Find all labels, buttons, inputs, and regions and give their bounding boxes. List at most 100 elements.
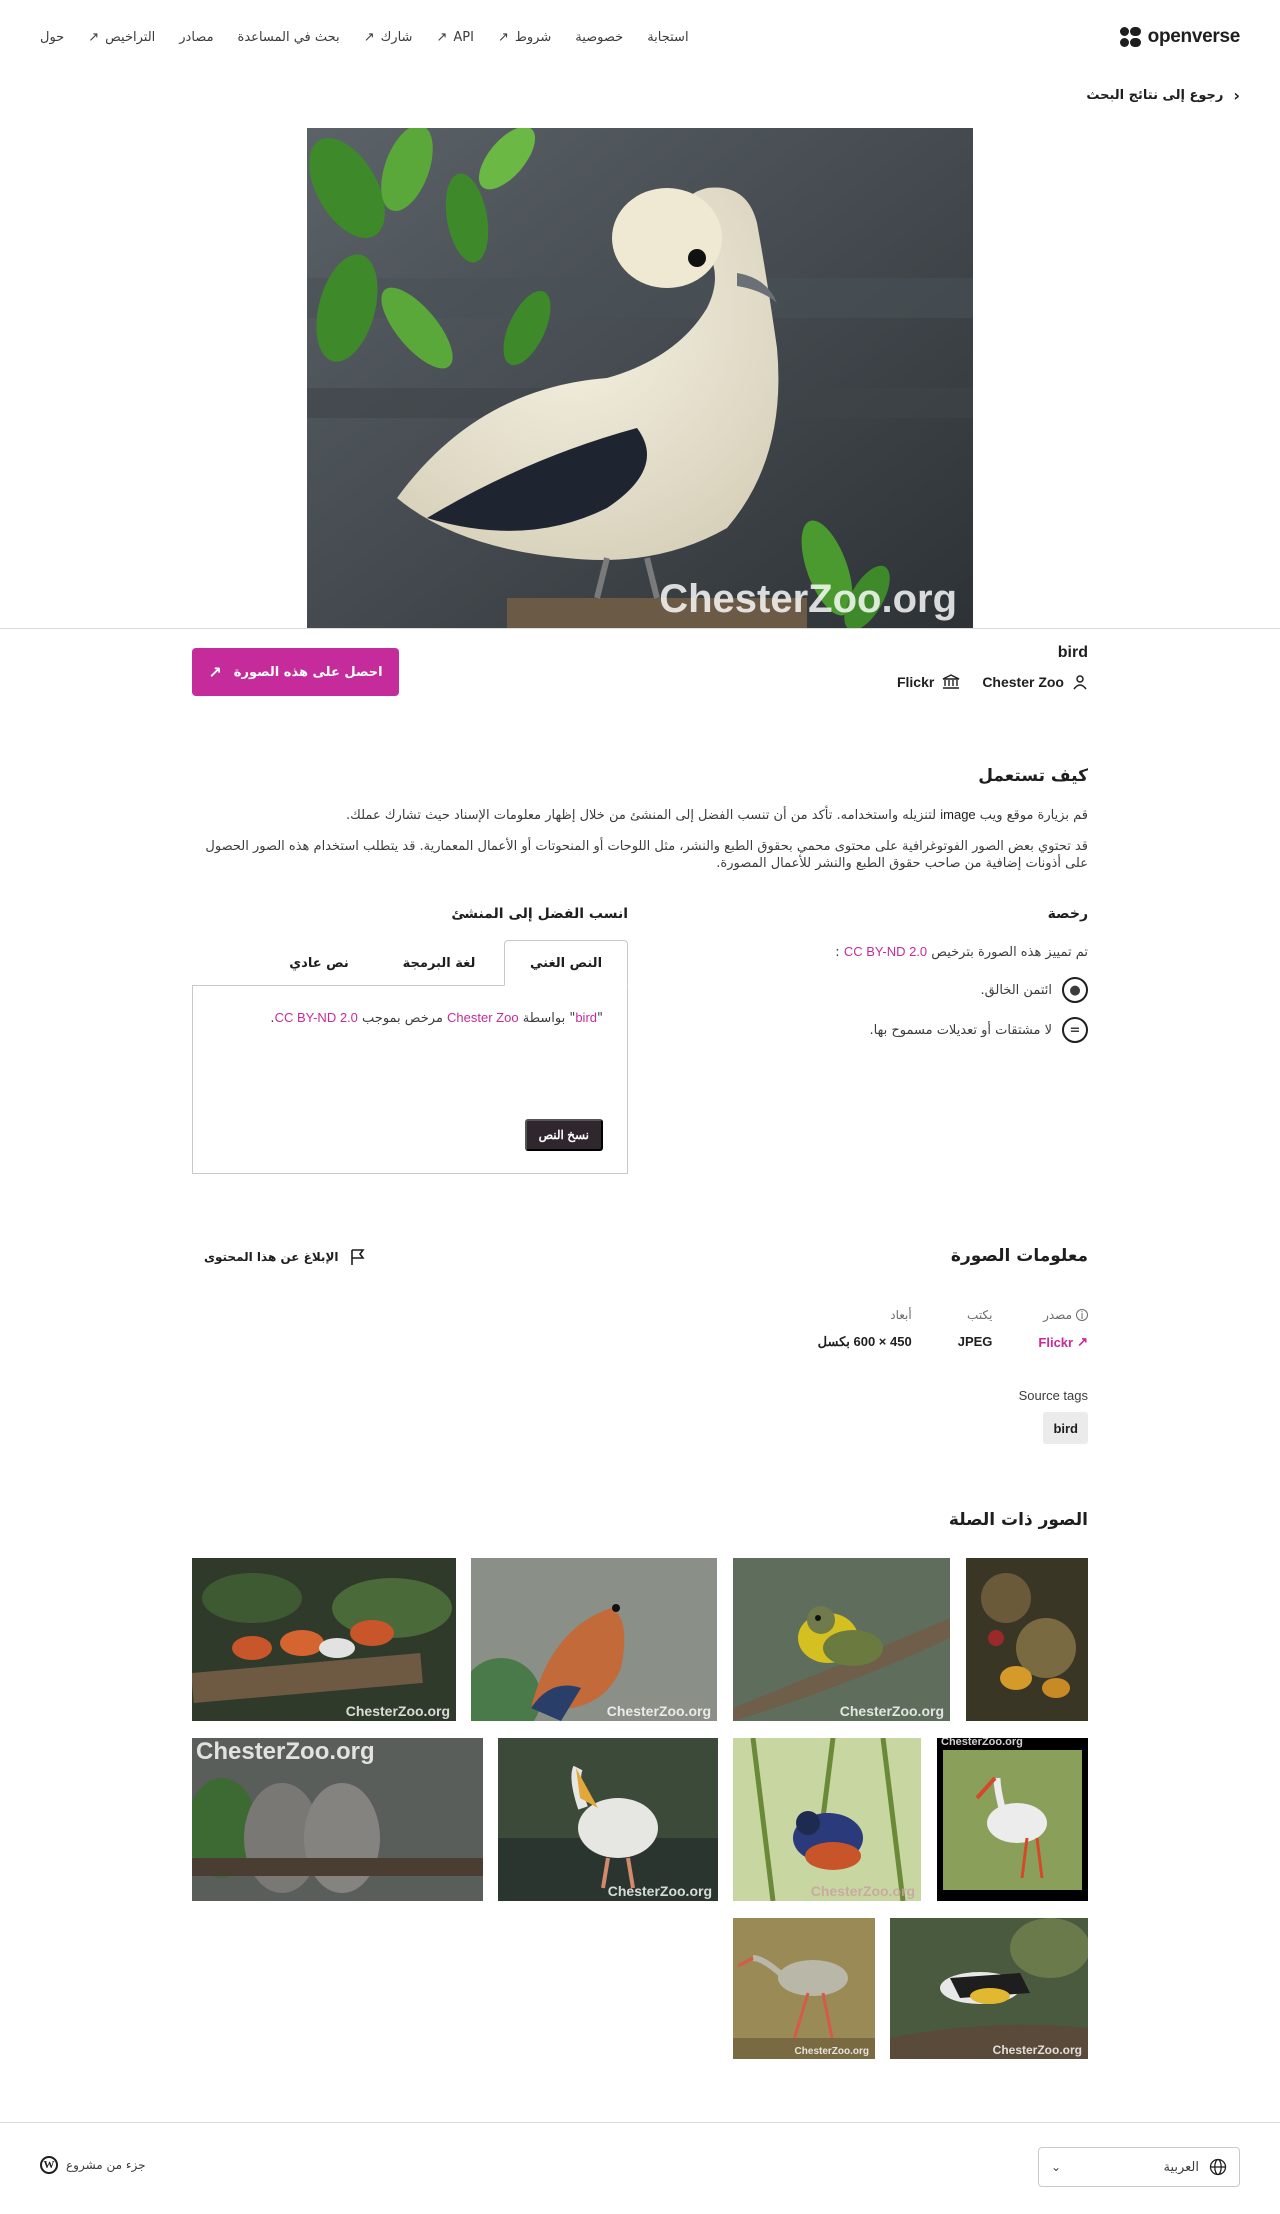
external-link-icon: ↗ bbox=[497, 30, 509, 45]
related-image[interactable]: ChesterZoo.org bbox=[498, 1738, 718, 1901]
person-icon bbox=[1073, 675, 1087, 690]
image-info-title: معلومات الصورة bbox=[950, 1246, 1088, 1266]
chevron-down-icon: ⌄ bbox=[1051, 2160, 1062, 2174]
get-this-image-button[interactable]: احصل على هذه الصورة ↗ bbox=[192, 648, 399, 696]
report-content-link[interactable]: الإبلاغ عن هذا المحتوى bbox=[204, 1248, 367, 1266]
attribution-text: "bird" بواسطة Chester Zoo مرخص بموجب CC … bbox=[270, 1010, 603, 1026]
related-image[interactable]: ChesterZoo.org bbox=[192, 1738, 483, 1901]
nav-privacy[interactable]: خصوصية bbox=[575, 30, 623, 45]
license-by-row: ● ائتمن الخالق. bbox=[980, 977, 1088, 1003]
related-images-title: الصور ذات الصلة bbox=[948, 1510, 1088, 1530]
related-image[interactable]: ChesterZoo.org bbox=[733, 1918, 875, 2059]
source-label: مصدر bbox=[1043, 1308, 1072, 1322]
copy-text-button[interactable]: نسخ النص bbox=[524, 1119, 603, 1151]
nav-api-label: API bbox=[453, 30, 474, 45]
image-source-link[interactable]: image bbox=[940, 807, 975, 822]
creator-link[interactable]: Chester Zoo bbox=[982, 674, 1088, 690]
external-link-icon: ↗ bbox=[88, 30, 100, 45]
nav-contribute-label: شارك bbox=[380, 30, 413, 45]
attribution-creator-link[interactable]: Chester Zoo bbox=[447, 1010, 519, 1025]
nav-feedback-label: استجابة bbox=[647, 30, 689, 45]
site-header: openverse حول التراخيص ↗ مصادر بحث في الم… bbox=[0, 0, 1280, 80]
woodpecker-photo bbox=[890, 1918, 1088, 2059]
heron-photo bbox=[733, 1918, 875, 2059]
wordpress-link[interactable]: W جزء من مشروع bbox=[40, 2156, 146, 2174]
attribution-licensed: مرخص بموجب bbox=[357, 1011, 448, 1026]
license-link[interactable]: CC BY-ND 2.0 bbox=[844, 944, 927, 959]
related-image[interactable]: ChesterZoo.org bbox=[471, 1558, 717, 1721]
tag-bird[interactable]: bird bbox=[1043, 1412, 1088, 1444]
related-image[interactable]: ChesterZoo.org bbox=[192, 1558, 456, 1721]
nav-sources[interactable]: مصادر bbox=[179, 30, 213, 45]
image-watermark: ChesterZoo.org bbox=[659, 577, 957, 621]
main-image[interactable]: ChesterZoo.org bbox=[307, 128, 973, 628]
related-image[interactable]: ChesterZoo.org bbox=[733, 1738, 921, 1901]
laughingthrush-photo bbox=[192, 1558, 456, 1721]
dimensions-value: 450 × 600 بكسل bbox=[817, 1334, 912, 1349]
report-label: الإبلاغ عن هذا المحتوى bbox=[204, 1250, 339, 1264]
openverse-logo[interactable]: openverse bbox=[1119, 26, 1240, 48]
related-image[interactable]: ChesterZoo.org bbox=[890, 1918, 1088, 2059]
attribution-title-link[interactable]: bird bbox=[575, 1010, 597, 1025]
source-value: Flickr bbox=[1038, 1334, 1074, 1350]
related-image[interactable]: ChesterZoo.org bbox=[937, 1738, 1088, 1901]
thumbnail-watermark: ChesterZoo.org bbox=[196, 1738, 375, 1765]
nav-about-label: حول bbox=[40, 30, 65, 45]
provider-name: Flickr bbox=[896, 674, 935, 690]
thumbnail-watermark: ChesterZoo.org bbox=[794, 2046, 869, 2057]
type-value: JPEG bbox=[957, 1334, 993, 1349]
weaver-nest-photo bbox=[966, 1558, 1088, 1721]
nav-licenses-label: التراخيص bbox=[105, 30, 156, 45]
nav-terms-label: شروط bbox=[514, 30, 552, 45]
info-dimensions: أبعاد 450 × 600 بكسل bbox=[818, 1308, 912, 1350]
starling-photo bbox=[733, 1738, 921, 1901]
info-source: i مصدر ↗ Flickr bbox=[1038, 1308, 1088, 1350]
image-title: bird bbox=[1057, 644, 1088, 661]
language-value: العربية bbox=[1163, 2159, 1199, 2175]
related-image[interactable]: ChesterZoo.org bbox=[733, 1558, 950, 1721]
license-colon: : bbox=[835, 945, 840, 960]
external-link-icon: ↗ bbox=[436, 30, 448, 45]
nav-api[interactable]: API ↗ bbox=[436, 30, 473, 45]
nav-about[interactable]: حول bbox=[40, 30, 64, 45]
dimensions-label: أبعاد bbox=[890, 1308, 912, 1322]
language-select[interactable]: العربية ⌄ bbox=[1038, 2147, 1240, 2187]
license-nd-text: لا مشتقات أو تعديلات مسموح بها. bbox=[869, 1022, 1052, 1038]
provider-link[interactable]: Flickr bbox=[897, 674, 960, 690]
tab-rich-text[interactable]: النص الغني bbox=[504, 940, 628, 986]
tab-html[interactable]: لغة البرمجة bbox=[374, 940, 504, 986]
nav-search-help[interactable]: بحث في المساعدة bbox=[238, 30, 340, 45]
nav-search-help-label: بحث في المساعدة bbox=[237, 30, 340, 45]
part-of-label: جزء من مشروع bbox=[66, 2158, 146, 2172]
related-image[interactable] bbox=[966, 1558, 1088, 1721]
tab-plain-text[interactable]: نص عادي bbox=[264, 940, 374, 986]
thumbnail-watermark: ChesterZoo.org bbox=[839, 1703, 944, 1719]
external-link-icon: ↗ bbox=[1077, 1334, 1088, 1349]
type-label: يكتب bbox=[967, 1308, 993, 1322]
nav-terms[interactable]: شروط ↗ bbox=[498, 30, 551, 45]
thumbnail-watermark: ChesterZoo.org bbox=[941, 1738, 1023, 1748]
nav-feedback[interactable]: استجابة bbox=[647, 30, 688, 45]
flag-icon bbox=[350, 1249, 365, 1265]
nav-licenses[interactable]: التراخيص ↗ bbox=[88, 30, 155, 45]
attribution-tabs: النص الغني لغة البرمجة نص عادي bbox=[192, 940, 628, 986]
how-to-use-title: كيف تستعمل bbox=[978, 766, 1088, 786]
thumbnail-watermark: ChesterZoo.org bbox=[992, 2043, 1082, 2057]
stork-photo bbox=[937, 1738, 1088, 1901]
source-link[interactable]: ↗ Flickr bbox=[1038, 1334, 1088, 1350]
globe-icon bbox=[1209, 2158, 1227, 2176]
attribution-license-link[interactable]: CC BY-ND 2.0 bbox=[275, 1010, 358, 1025]
image-meta: Chester Zoo Flickr bbox=[897, 674, 1088, 690]
nav-contribute[interactable]: شارك ↗ bbox=[364, 30, 413, 45]
nav-sources-label: مصادر bbox=[179, 30, 214, 45]
attribution-panel: "bird" بواسطة Chester Zoo مرخص بموجب CC … bbox=[192, 985, 628, 1174]
external-link-icon: ↗ bbox=[363, 30, 375, 45]
footer-divider bbox=[0, 2122, 1280, 2123]
back-to-results-link[interactable]: ‹ رجوع إلى نتائج البحث bbox=[1086, 86, 1240, 105]
license-intro: تم تمييز هذه الصورة بترخيص CC BY-ND 2.0 … bbox=[835, 944, 1088, 960]
thumbnail-watermark: ChesterZoo.org bbox=[810, 1883, 915, 1899]
thrush-photo bbox=[471, 1558, 717, 1721]
wordpress-icon: W bbox=[40, 2156, 58, 2174]
source-tags-label: Source tags bbox=[1018, 1388, 1088, 1403]
thumbnail-watermark: ChesterZoo.org bbox=[606, 1703, 711, 1719]
